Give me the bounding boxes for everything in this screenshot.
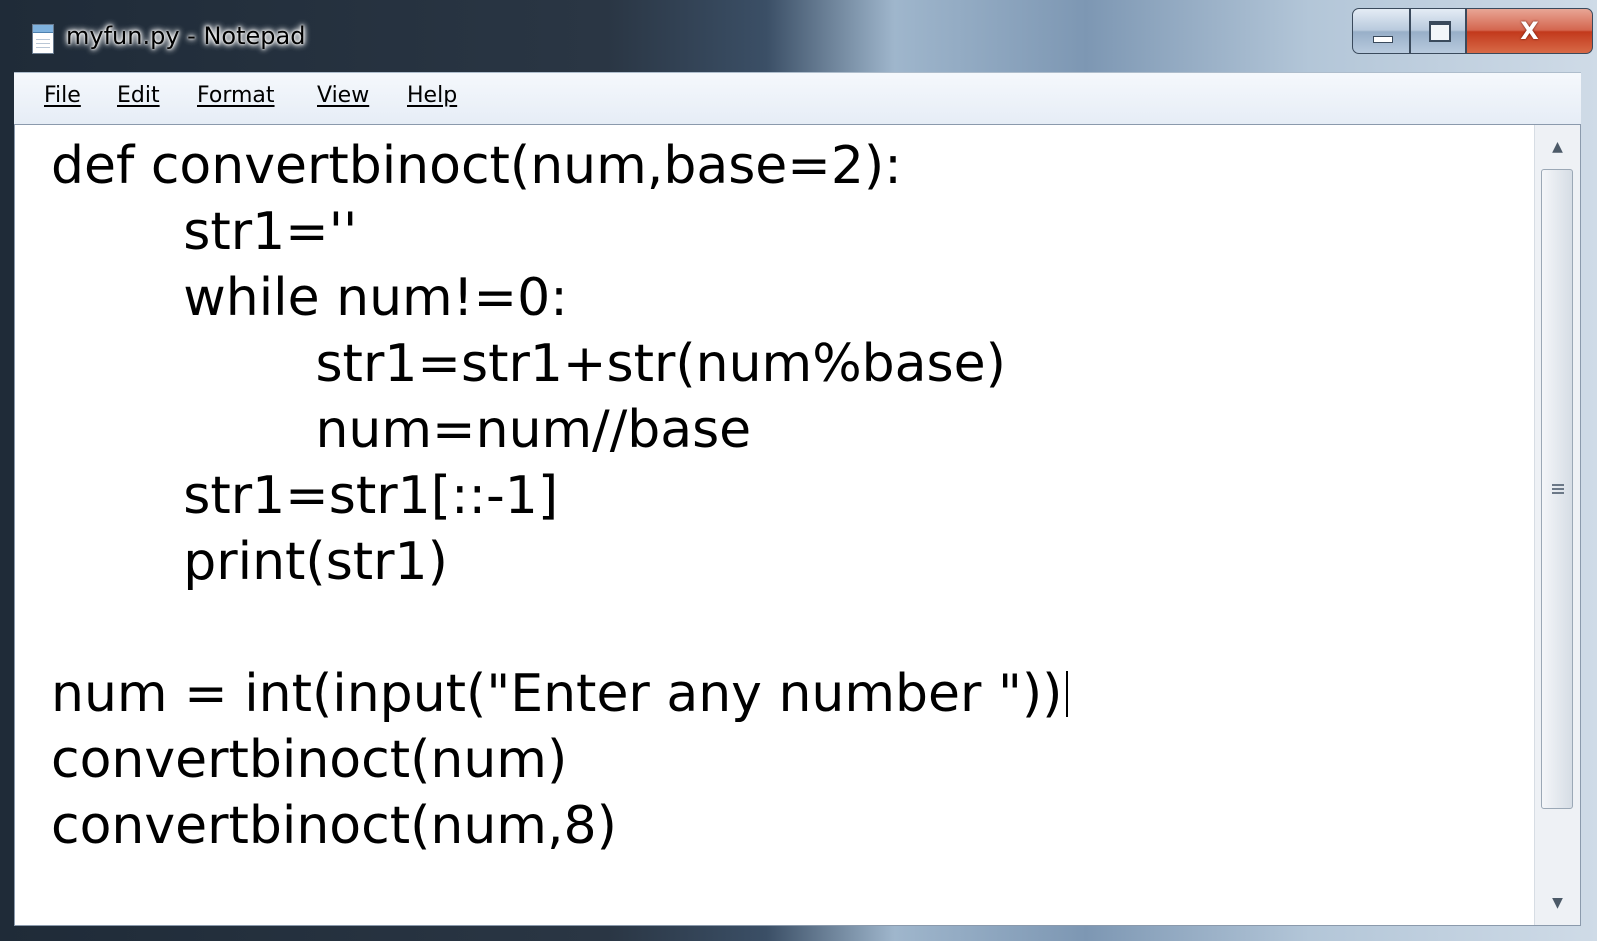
code-line: str1='' [51, 202, 358, 262]
grip-icon [1552, 484, 1564, 494]
code-line: num=num//base [51, 400, 752, 460]
close-button[interactable]: X [1466, 8, 1593, 54]
code-line: convertbinoct(num,8) [51, 796, 617, 856]
text-caret [1066, 671, 1069, 717]
minimize-button[interactable] [1352, 8, 1410, 54]
scroll-up-arrow-icon[interactable]: ▲ [1535, 127, 1580, 167]
close-icon: X [1520, 17, 1539, 45]
code-line: def convertbinoct(num,base=2): [51, 136, 902, 196]
code-line: convertbinoct(num) [51, 730, 568, 790]
scroll-thumb[interactable] [1541, 169, 1573, 809]
caption-buttons: X [1352, 8, 1593, 54]
code-line-with-caret: num = int(input("Enter any number ")) [51, 661, 1069, 727]
minimize-icon [1373, 36, 1393, 43]
menu-bar: File Edit Format View Help [14, 72, 1581, 124]
notepad-icon[interactable] [32, 24, 54, 54]
code-line: while num!=0: [51, 268, 568, 328]
menu-format[interactable]: Format [197, 83, 275, 108]
window-title: myfun.py - Notepad [66, 22, 306, 50]
menu-view[interactable]: View [317, 83, 369, 108]
code-line: str1=str1[::-1] [51, 466, 559, 526]
menu-help[interactable]: Help [407, 83, 457, 108]
code-line-text: num = int(input("Enter any number ")) [51, 664, 1063, 724]
vertical-scrollbar[interactable]: ▲ ▼ [1534, 125, 1580, 925]
scroll-down-arrow-icon[interactable]: ▼ [1535, 883, 1580, 923]
notepad-window: myfun.py - Notepad X File Edit Format Vi… [0, 0, 1597, 941]
menu-file[interactable]: File [44, 83, 81, 108]
code-line: str1=str1+str(num%base) [51, 334, 1006, 394]
title-bar[interactable]: myfun.py - Notepad X [0, 0, 1597, 72]
code-line: print(str1) [51, 532, 448, 592]
maximize-icon [1429, 21, 1451, 42]
maximize-button[interactable] [1410, 8, 1466, 54]
text-editor[interactable]: def convertbinoct(num,base=2): str1='' w… [14, 124, 1581, 926]
menu-edit[interactable]: Edit [117, 83, 160, 108]
